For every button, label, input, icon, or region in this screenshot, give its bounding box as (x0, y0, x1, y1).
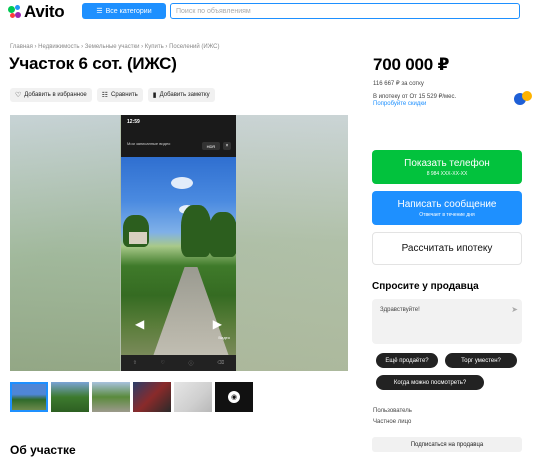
categories-label: Все категории (105, 7, 152, 15)
thumbnail[interactable] (92, 382, 130, 412)
calculate-mortgage-button[interactable]: Рассчитать ипотеку (372, 232, 522, 265)
arrow-left-icon: ◀ (135, 317, 145, 331)
note-icon: ▮ (152, 92, 157, 99)
main-photo[interactable]: 12:59 Мои записанные видео HDR × ◀ ▶ Вид… (10, 115, 348, 371)
menu-icon: ☰ (96, 8, 103, 15)
write-message-button[interactable]: Написать сообщение Отвечает в течение дн… (372, 191, 522, 225)
calculate-mortgage-label: Рассчитать ипотеку (401, 243, 493, 254)
heart-icon: ♡ (15, 92, 22, 99)
phone-title: Мои записанные видео (127, 141, 171, 146)
compare-icon: ☷ (101, 92, 109, 99)
avito-logo-icon (8, 5, 22, 19)
page-title: Участок 6 сот. (ИЖС) (9, 54, 177, 73)
add-note-label: Добавить заметку (159, 92, 210, 98)
quick-question-chip[interactable]: Ещё продаёте? (376, 353, 438, 368)
thumbnail[interactable] (51, 382, 89, 412)
seller-type: Частное лицо (373, 419, 412, 425)
listing-actions: ♡ Добавить в избранное ☷ Сравнить ▮ Доба… (10, 88, 215, 102)
thumbnail-strip: ◉ (10, 382, 253, 412)
phone-heart-icon: ♡ (160, 360, 165, 366)
more-photos-thumbnail[interactable]: ◉ (215, 382, 253, 412)
photo-blur-left (10, 115, 120, 371)
search-input[interactable]: Поиск по объявлениям (170, 3, 520, 19)
phone-status-bar: 12:59 (121, 115, 236, 137)
thumbnail[interactable] (133, 382, 171, 412)
discount-link[interactable]: Попробуйте скидки (373, 101, 426, 107)
phone-share-icon: ⇧ (132, 360, 137, 366)
price-per-sotka: 116 667 ₽ за сотку (373, 81, 424, 87)
phone-masked: 8 984 XXX-XX-XX (426, 170, 468, 177)
header: Avito ☰ Все категории Поиск по объявлени… (0, 0, 533, 24)
about-section-title: Об участке (10, 443, 76, 457)
logo-text: Avito (24, 2, 65, 21)
thumbnail[interactable] (10, 382, 48, 412)
breadcrumb[interactable]: Главная › Недвижимость › Земельные участ… (10, 44, 220, 50)
compare-button[interactable]: ☷ Сравнить (96, 88, 143, 102)
ask-seller-title: Спросите у продавца (372, 281, 479, 292)
quick-question-chip[interactable]: Когда можно посмотреть? (376, 375, 484, 390)
phone-footer-text: Видео (218, 335, 230, 340)
show-phone-button[interactable]: Показать телефон 8 984 XXX-XX-XX (372, 150, 522, 184)
ask-seller-message: Здравствуйте! (380, 307, 420, 313)
photo-blur-right (236, 115, 348, 371)
avito-logo[interactable]: Avito (8, 2, 65, 22)
phone-screenshot: 12:59 Мои записанные видео HDR × ◀ ▶ Вид… (121, 115, 236, 371)
arrow-right-icon: ▶ (212, 317, 222, 331)
search-placeholder: Поиск по объявлениям (176, 7, 251, 15)
phone-info-icon: ⓘ (188, 360, 194, 367)
add-favorite-button[interactable]: ♡ Добавить в избранное (10, 88, 92, 102)
price: 700 000 ₽ (373, 55, 450, 74)
subscribe-seller-button[interactable]: Подписаться на продавца (372, 437, 522, 452)
mortgage-text: В ипотеку от От 15 529 ₽/мес. (373, 94, 457, 100)
dirt-road (151, 267, 231, 355)
add-favorite-label: Добавить в избранное (24, 92, 87, 98)
camera-icon: ◉ (228, 391, 240, 403)
phone-trash-icon: ⌫ (217, 360, 225, 366)
categories-button[interactable]: ☰ Все категории (82, 3, 166, 19)
ask-seller-input[interactable]: Здравствуйте! ➤ (372, 299, 522, 344)
phone-close-icon: × (223, 142, 231, 150)
compare-label: Сравнить (111, 92, 138, 98)
house-in-photo (129, 232, 147, 244)
quick-question-chip[interactable]: Торг уместен? (445, 353, 517, 368)
phone-badge: HDR (202, 142, 220, 150)
write-message-label: Написать сообщение (397, 198, 497, 210)
add-note-button[interactable]: ▮ Добавить заметку (147, 88, 215, 102)
phone-time: 12:59 (127, 119, 140, 125)
landscape-photo: ◀ ▶ Видео (121, 157, 236, 355)
seller-name[interactable]: Пользователь (373, 408, 412, 414)
phone-nav-bar: ⇧ ♡ ⓘ ⌫ (121, 355, 236, 371)
reply-time: Отвечает в течение дня (419, 211, 475, 218)
bank-badge-icon[interactable] (514, 91, 532, 107)
send-icon[interactable]: ➤ (511, 305, 518, 314)
show-phone-label: Показать телефон (404, 157, 490, 169)
thumbnail[interactable] (174, 382, 212, 412)
